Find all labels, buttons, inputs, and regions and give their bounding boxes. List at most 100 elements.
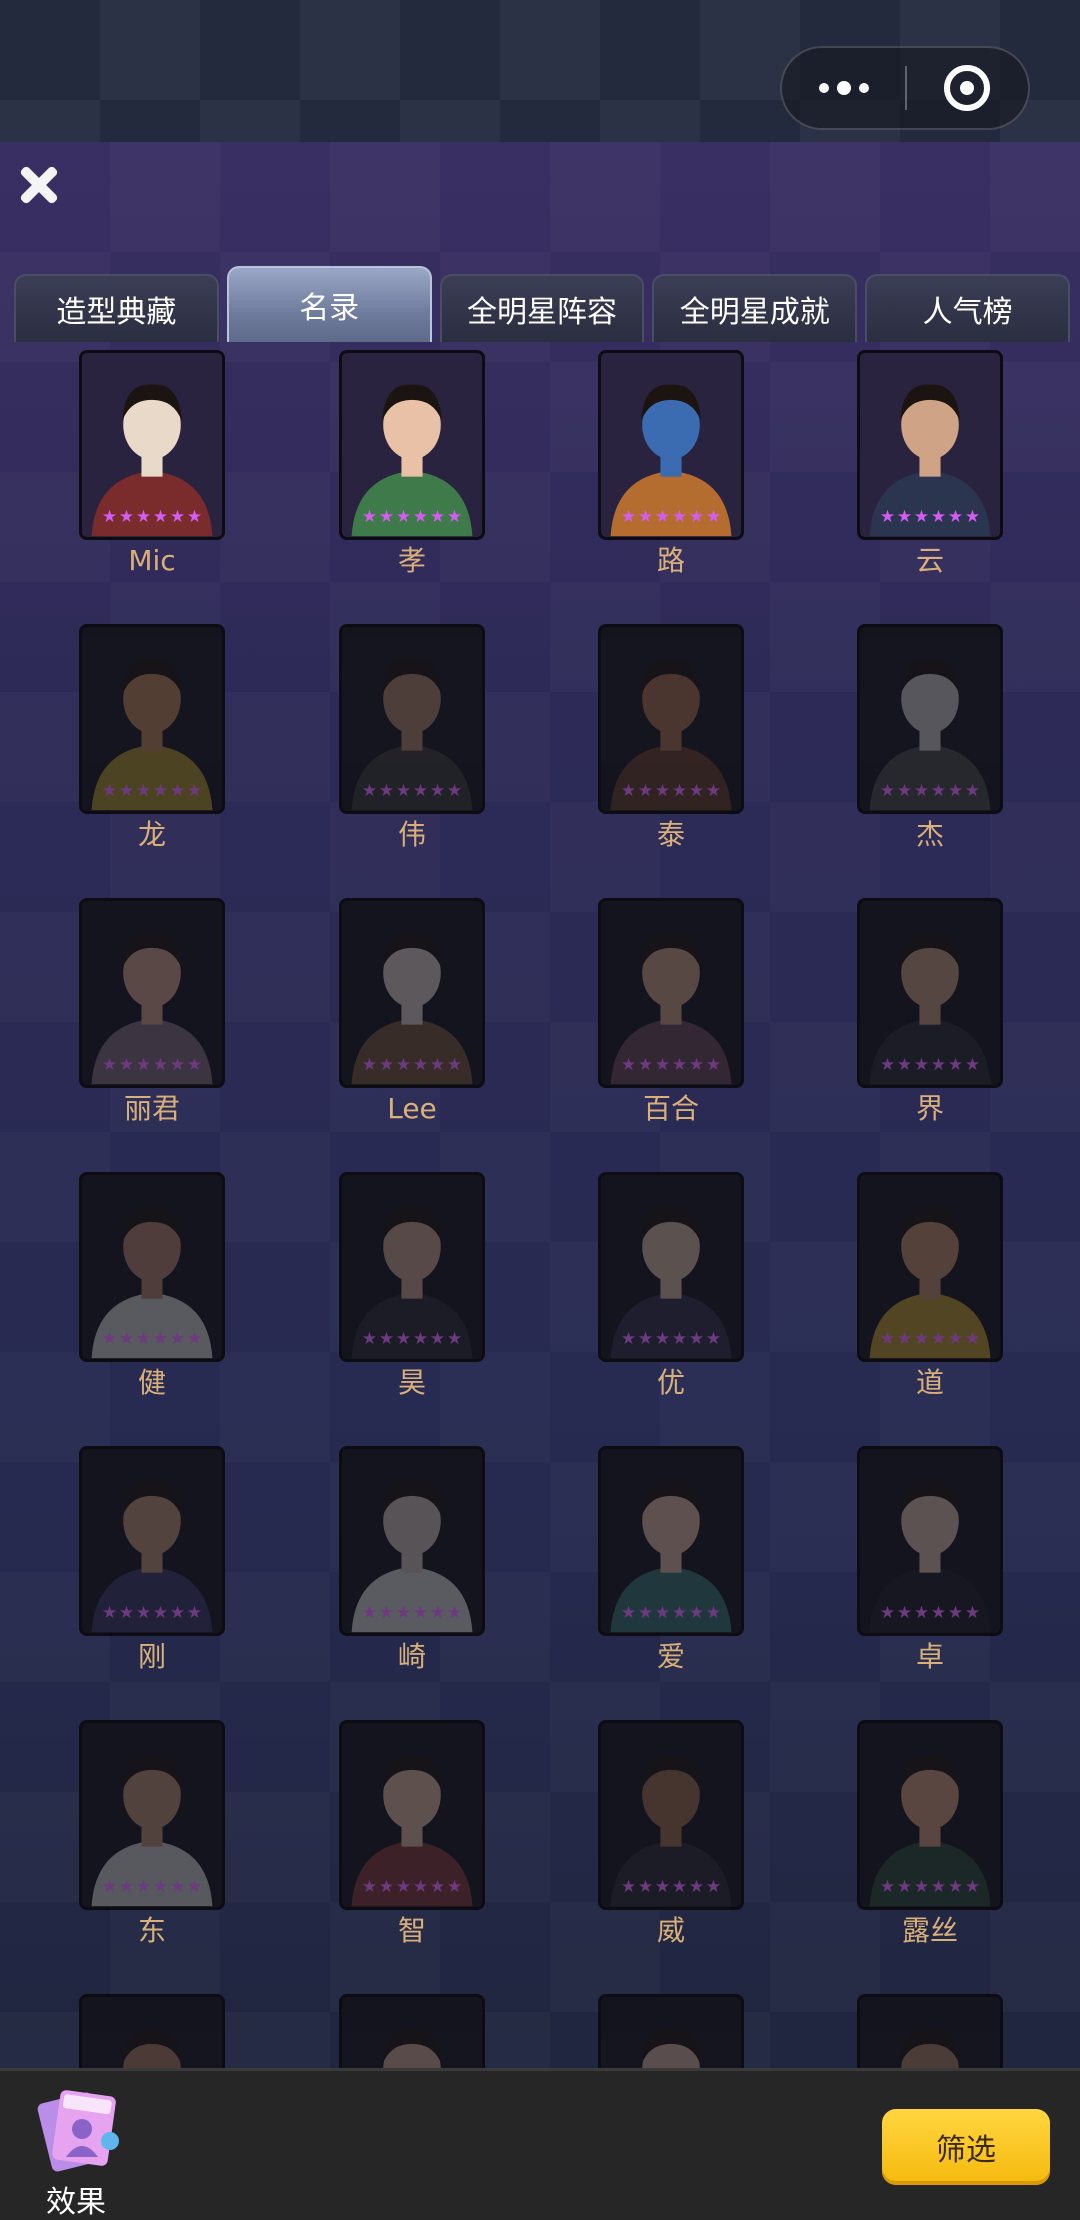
character-card[interactable]: ★★★★★★ bbox=[79, 1172, 225, 1362]
more-dots-icon[interactable] bbox=[782, 48, 905, 128]
star-rating: ★ ★ ★ ★ ★ ★ bbox=[82, 1879, 222, 1899]
star-icon: ★ bbox=[896, 1603, 913, 1623]
star-icon: ★ bbox=[429, 1603, 446, 1623]
character-name: 云 bbox=[915, 544, 944, 577]
star-rating: ★ ★ ★ ★ ★ ★ bbox=[82, 1057, 222, 1077]
tab-roster[interactable]: 名录 bbox=[226, 266, 432, 342]
character-card[interactable]: ★★★★★★ bbox=[598, 624, 744, 814]
tab-all-star-achievement[interactable]: 全明星成就 bbox=[652, 274, 858, 342]
star-rating: ★ ★ ★ ★ ★ ★ bbox=[860, 1331, 1000, 1351]
star-rating: ★ ★ ★ ★ ★ ★ bbox=[860, 783, 1000, 803]
character-card[interactable]: ★★★★★★ bbox=[339, 1994, 485, 2068]
star-icon: ★ bbox=[671, 507, 688, 527]
star-icon: ★ bbox=[361, 1603, 378, 1623]
character-card[interactable]: ★★★★★★ bbox=[857, 1994, 1003, 2068]
character-card[interactable]: ★★★★★★ bbox=[339, 1446, 485, 1636]
tab-all-star-lineup[interactable]: 全明星阵容 bbox=[439, 274, 645, 342]
star-icon: ★ bbox=[412, 1329, 429, 1349]
star-icon: ★ bbox=[947, 1329, 964, 1349]
star-icon: ★ bbox=[896, 781, 913, 801]
character-card[interactable]: ★★★★★★ bbox=[339, 898, 485, 1088]
star-rating: ★ ★ ★ ★ ★ ★ bbox=[342, 1331, 482, 1351]
character-card[interactable]: ★★★★★★ bbox=[339, 1720, 485, 1910]
star-icon: ★ bbox=[637, 1055, 654, 1075]
star-icon: ★ bbox=[637, 1329, 654, 1349]
star-icon: ★ bbox=[446, 1055, 463, 1075]
star-rating: ★ ★ ★ ★ ★ ★ bbox=[860, 1879, 1000, 1899]
character-card[interactable]: ★★★★★★ bbox=[857, 1720, 1003, 1910]
star-icon: ★ bbox=[879, 1329, 896, 1349]
character-card[interactable]: ★★★★★★ bbox=[857, 1172, 1003, 1362]
character-card[interactable]: ★★★★★★ bbox=[79, 350, 225, 540]
character-name: 路 bbox=[656, 544, 685, 577]
star-icon: ★ bbox=[947, 1055, 964, 1075]
star-icon: ★ bbox=[118, 1329, 135, 1349]
star-icon: ★ bbox=[118, 507, 135, 527]
star-icon: ★ bbox=[169, 507, 186, 527]
target-circle-icon[interactable] bbox=[907, 48, 1028, 128]
star-icon: ★ bbox=[169, 1603, 186, 1623]
star-icon: ★ bbox=[671, 1603, 688, 1623]
character-card[interactable]: ★★★★★★ bbox=[339, 350, 485, 540]
star-icon: ★ bbox=[101, 781, 118, 801]
star-icon: ★ bbox=[135, 1603, 152, 1623]
character-card[interactable]: ★★★★★★ bbox=[857, 624, 1003, 814]
star-icon: ★ bbox=[654, 1877, 671, 1897]
star-icon: ★ bbox=[620, 1603, 637, 1623]
character-name: 威 bbox=[656, 1914, 685, 1947]
star-icon: ★ bbox=[429, 507, 446, 527]
character-card[interactable]: ★★★★★★ bbox=[857, 898, 1003, 1088]
star-icon: ★ bbox=[135, 1329, 152, 1349]
tab-style-collection[interactable]: 造型典藏 bbox=[14, 274, 219, 342]
star-rating: ★ ★ ★ ★ ★ ★ bbox=[342, 1057, 482, 1077]
star-icon: ★ bbox=[429, 1055, 446, 1075]
character-card[interactable]: ★★★★★★ bbox=[79, 1720, 225, 1910]
character-card[interactable]: ★★★★★★ bbox=[79, 1994, 225, 2068]
star-icon: ★ bbox=[412, 1877, 429, 1897]
star-rating: ★ ★ ★ ★ ★ ★ bbox=[342, 1605, 482, 1625]
character-card[interactable]: ★★★★★★ bbox=[598, 1172, 744, 1362]
character-card[interactable]: ★★★★★★ bbox=[339, 1172, 485, 1362]
character-card[interactable]: ★★★★★★ bbox=[79, 1446, 225, 1636]
star-icon: ★ bbox=[879, 507, 896, 527]
effect-label[interactable]: 效果 bbox=[46, 2177, 106, 2220]
filter-button[interactable]: 筛选 bbox=[882, 2109, 1050, 2185]
star-icon: ★ bbox=[429, 1329, 446, 1349]
star-icon: ★ bbox=[705, 507, 722, 527]
star-icon: ★ bbox=[101, 1329, 118, 1349]
star-icon: ★ bbox=[152, 1055, 169, 1075]
star-icon: ★ bbox=[620, 507, 637, 527]
star-icon: ★ bbox=[620, 1055, 637, 1075]
character-card[interactable]: ★★★★★★ bbox=[598, 350, 744, 540]
star-icon: ★ bbox=[412, 1055, 429, 1075]
star-icon: ★ bbox=[186, 1603, 203, 1623]
star-icon: ★ bbox=[705, 1877, 722, 1897]
star-icon: ★ bbox=[101, 507, 118, 527]
star-icon: ★ bbox=[118, 1877, 135, 1897]
star-card-icon[interactable] bbox=[30, 2083, 126, 2173]
character-card[interactable]: ★★★★★★ bbox=[857, 350, 1003, 540]
close-x-icon[interactable] bbox=[14, 160, 64, 210]
star-rating: ★ ★ ★ ★ ★ ★ bbox=[860, 1605, 1000, 1625]
character-portrait bbox=[342, 1997, 482, 2068]
character-card[interactable]: ★★★★★★ bbox=[598, 1994, 744, 2068]
character-card[interactable]: ★★★★★★ bbox=[598, 1720, 744, 1910]
character-card[interactable]: ★★★★★★ bbox=[339, 624, 485, 814]
star-icon: ★ bbox=[671, 1877, 688, 1897]
character-card[interactable]: ★★★★★★ bbox=[79, 624, 225, 814]
character-card[interactable]: ★★★★★★ bbox=[598, 1446, 744, 1636]
character-name: 健 bbox=[137, 1366, 166, 1399]
character-card[interactable]: ★★★★★★ bbox=[79, 898, 225, 1088]
character-name: 杰 bbox=[915, 818, 944, 851]
star-icon: ★ bbox=[378, 1877, 395, 1897]
character-card[interactable]: ★★★★★★ bbox=[857, 1446, 1003, 1636]
star-icon: ★ bbox=[930, 1877, 947, 1897]
character-card[interactable]: ★★★★★★ bbox=[598, 898, 744, 1088]
star-icon: ★ bbox=[879, 1603, 896, 1623]
star-icon: ★ bbox=[620, 1877, 637, 1897]
character-name: 崎 bbox=[397, 1640, 426, 1673]
character-name: Mic bbox=[128, 544, 176, 577]
character-name: 露丝 bbox=[901, 1914, 958, 1947]
star-rating: ★ ★ ★ ★ ★ ★ bbox=[82, 509, 222, 529]
tab-popularity-ranking[interactable]: 人气榜 bbox=[865, 274, 1070, 342]
